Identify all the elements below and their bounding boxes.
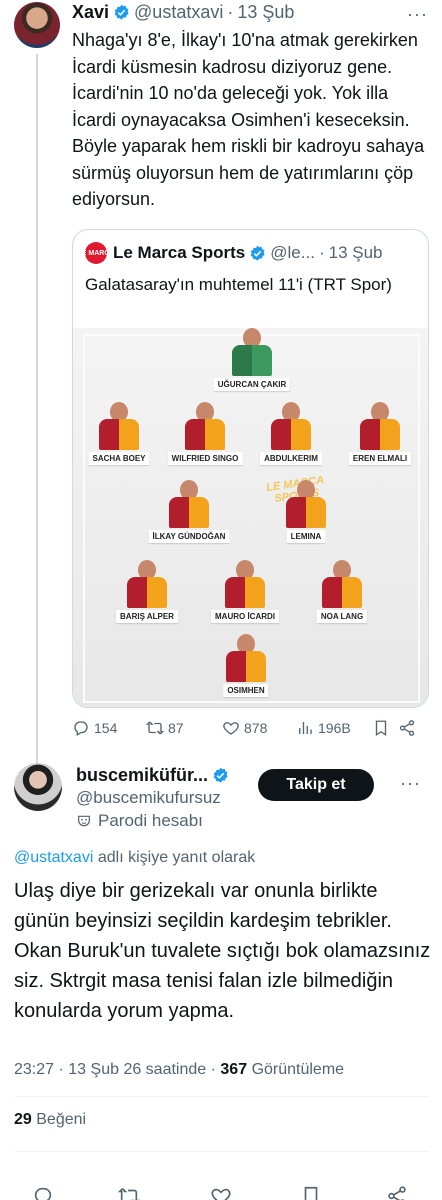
reply-author-name[interactable]: buscemiküfür... (76, 765, 208, 786)
author-handle[interactable]: @ustatxavi (134, 2, 223, 23)
reply-actions (0, 1185, 442, 1200)
parody-mask-icon (78, 815, 90, 827)
tweet-text: Nhaga'yı 8'e, İlkay'ı 10'na atmak gereki… (72, 30, 425, 209)
reply-icon (34, 1187, 52, 1200)
tweet-date[interactable]: 13 Şub (237, 2, 294, 23)
likes-count: 29 (14, 1111, 32, 1128)
reply-time[interactable]: 23:27 (14, 1061, 54, 1078)
bookmark-icon (304, 1186, 318, 1200)
tweet[interactable]: Xavi @ustatxavi · 13 Şub ··· Nhaga'yı 8'… (0, 0, 442, 764)
more-icon[interactable]: ··· (407, 4, 428, 25)
player-figure (258, 402, 324, 450)
reply-date[interactable]: 13 Şub 26 saatinde (68, 1061, 206, 1078)
reply-meta: 23:27 · 13 Şub 26 saatinde · 367 Görüntü… (14, 1061, 344, 1079)
quote-header: LE MARCA Le Marca Sports @le... · 13 Şub (78, 242, 383, 264)
quote-author-name[interactable]: Le Marca Sports (113, 243, 245, 263)
player-label: UĞURCAN ÇAKIR (213, 378, 291, 391)
like-count: 878 (244, 720, 268, 736)
repost-count: 87 (168, 720, 184, 736)
views-label: Görüntüleme (251, 1061, 345, 1078)
bookmark-icon (375, 720, 387, 737)
reply-button[interactable] (32, 1185, 54, 1200)
player-label: SACHA BOEY (88, 452, 150, 465)
player-figure (273, 480, 339, 528)
views-count: 367 (220, 1061, 248, 1078)
bookmark-button[interactable] (300, 1185, 322, 1200)
player-label: ABDULKERIM (260, 452, 322, 465)
likes-label: Beğeni (36, 1111, 87, 1128)
repost-icon (117, 1188, 141, 1200)
reply-count: 154 (94, 720, 118, 736)
repost-button[interactable] (117, 1185, 141, 1200)
share-button[interactable] (386, 1185, 408, 1200)
author-name[interactable]: Xavi (72, 2, 109, 23)
separator-dot: · (227, 2, 234, 22)
views-button[interactable]: 196B (296, 719, 351, 737)
player-figure (347, 402, 413, 450)
reply-to-mention[interactable]: @ustatxavi (14, 849, 93, 866)
separator-dot: · (210, 1061, 216, 1078)
player-figure (219, 328, 285, 376)
repost-button[interactable]: 87 (146, 719, 184, 737)
quoted-tweet[interactable]: LE MARCA Le Marca Sports @le... · 13 Şub… (72, 229, 429, 708)
verified-badge-icon (250, 245, 265, 261)
share-button[interactable] (398, 719, 420, 737)
thread-line (36, 54, 38, 764)
tweet-actions: 154 87 878 196B (72, 719, 432, 741)
verified-badge-icon (213, 767, 228, 783)
separator-dot: · (58, 1061, 64, 1078)
views-count: 196B (318, 720, 351, 736)
likes-summary[interactable]: 29 Beğeni (14, 1111, 86, 1129)
player-label: OSIMHEN (223, 684, 269, 697)
lineup-image[interactable]: LE MARCA SPORTS UĞURCAN ÇAKIR SACHA BOEY… (73, 328, 428, 707)
quote-text: Galatasaray'ın muhtemel 11'i (TRT Spor) (85, 275, 392, 294)
player-label: MAURO İCARDI (211, 610, 279, 623)
player-figure (156, 480, 222, 528)
reply-handle[interactable]: @buscemikufursuz (76, 788, 221, 808)
reply-author: buscemiküfür... (76, 765, 233, 786)
quote-date: 13 Şub (328, 243, 383, 262)
bookmark-button[interactable] (372, 719, 394, 737)
player-figure (213, 634, 279, 682)
heart-icon (223, 722, 239, 735)
player-figure (172, 402, 238, 450)
repost-icon (146, 721, 164, 735)
player-figure (114, 560, 180, 608)
avatar[interactable] (14, 763, 62, 811)
reply-icon (74, 721, 88, 736)
more-icon[interactable]: ··· (400, 773, 421, 794)
avatar[interactable] (14, 2, 60, 48)
player-label: LEMINA (286, 530, 326, 543)
player-label: İLKAY GÜNDOĞAN (148, 530, 230, 543)
player-label: EREN ELMALI (348, 452, 412, 465)
follow-button[interactable]: Takip et (258, 769, 374, 801)
player-label: WILFRIED SINGO (167, 452, 243, 465)
like-button[interactable]: 878 (222, 719, 267, 737)
player-figure (309, 560, 375, 608)
player-figure (212, 560, 278, 608)
divider (14, 1096, 428, 1097)
player-figure (86, 402, 152, 450)
reply-to-suffix: adlı kişiye yanıt olarak (97, 849, 256, 866)
separator-dot: · (318, 243, 325, 262)
parody-text: Parodi hesabı (98, 811, 203, 830)
tweet-header: Xavi @ustatxavi · 13 Şub (72, 2, 294, 23)
reply-text: Ulaş diye bir gerizekalı var onunla birl… (14, 880, 431, 1022)
player-label: NOA LANG (316, 610, 368, 623)
views-icon (299, 722, 312, 734)
reply-button[interactable]: 154 (72, 719, 117, 737)
reply-context: @ustatxavi adlı kişiye yanıt olarak (14, 849, 255, 867)
quote-handle: @le... (270, 243, 315, 262)
verified-badge-icon (114, 4, 129, 20)
quote-avatar[interactable]: LE MARCA (78, 242, 114, 264)
divider (14, 1151, 428, 1152)
like-button[interactable] (210, 1185, 232, 1200)
player-label: BARIŞ ALPER (116, 610, 178, 623)
parody-label: Parodi hesabı (76, 811, 203, 831)
heart-icon (211, 1188, 231, 1200)
share-icon (388, 1186, 406, 1200)
share-icon (399, 720, 415, 736)
